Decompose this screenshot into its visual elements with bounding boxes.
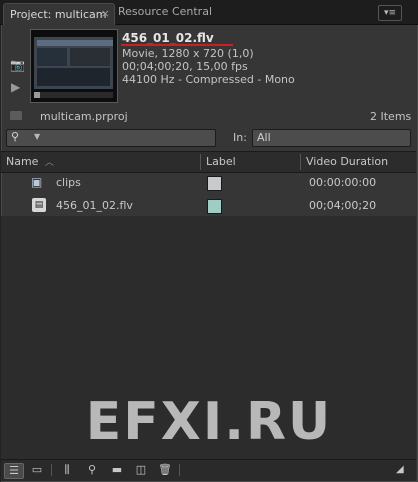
thumbnail-detail [37, 40, 113, 46]
film-icon: ▤ [32, 198, 46, 212]
thumbnail-detail [70, 48, 110, 66]
table-row[interactable]: ▤ 456_01_02.flv 00;04;00;20 [1, 195, 416, 217]
search-icon[interactable]: ⚲ [11, 130, 19, 143]
new-item-icon[interactable]: ◫ [132, 463, 150, 477]
item-name: clips [56, 176, 81, 189]
preview-thumbnail[interactable] [30, 29, 118, 103]
tab-project-label: Project: multicam [10, 8, 107, 21]
clip-info-duration: 00;04;00;20, 15,00 fps [122, 60, 248, 73]
clip-info-audio: 44100 Hz - Compressed - Mono [122, 73, 295, 86]
automate-to-sequence-icon[interactable]: ⫼ [58, 463, 76, 477]
play-icon[interactable]: ▶ [11, 80, 20, 94]
column-divider[interactable] [300, 154, 301, 170]
folder-icon [10, 111, 22, 120]
poster-frame-handle[interactable] [34, 92, 40, 98]
trash-icon[interactable]: 🗑 [156, 463, 174, 477]
column-divider[interactable] [200, 154, 201, 170]
icon-view-icon[interactable]: ▭ [28, 463, 46, 477]
preview-clip-name: 456_01_02.flv [122, 31, 214, 45]
poster-frame-slider[interactable] [34, 92, 113, 98]
in-select-value: All [257, 131, 271, 144]
list-view-icon[interactable]: ☰ [4, 463, 24, 479]
watermark: EFXI.RU [85, 392, 333, 452]
panel-menu-icon[interactable]: ▾≡ [378, 5, 402, 21]
resize-grip-icon[interactable]: ◢ [396, 464, 404, 475]
toolbar-divider [51, 464, 52, 476]
search-input[interactable]: ⚲ ▼ [6, 129, 216, 147]
tab-project[interactable]: Project: multicam × [3, 3, 115, 25]
video-duration: 00:00:00:00 [309, 176, 377, 189]
item-name: 456_01_02.flv [56, 199, 133, 212]
sort-ascending-icon[interactable]: ︿ [45, 155, 54, 168]
table-row[interactable]: ▣ clips 00:00:00:00 [1, 172, 416, 194]
video-duration: 00;04;00;20 [309, 199, 377, 212]
column-header-name[interactable]: Name [6, 155, 38, 168]
in-label: In: [233, 131, 247, 144]
toolbar-divider [179, 464, 180, 476]
bin-icon: ▣ [31, 175, 43, 189]
in-select[interactable]: All [252, 129, 411, 147]
column-header-video-duration[interactable]: Video Duration [306, 155, 388, 168]
bottom-toolbar: ☰ ▭ ⫼ ⚲ ▬ ◫ 🗑 ◢ [1, 459, 416, 481]
close-icon[interactable]: × [101, 7, 110, 20]
camera-icon[interactable]: 📷 [10, 58, 25, 72]
chevron-down-icon[interactable]: ▼ [34, 132, 40, 141]
clip-info-format: Movie, 1280 x 720 (1,0) [122, 47, 254, 60]
thumbnail-frame [34, 37, 113, 89]
table-header: Name ︿ Label Video Duration [1, 151, 416, 173]
annotation-underline [121, 44, 233, 46]
thumbnail-detail [37, 68, 110, 86]
project-file-name: multicam.prproj [40, 110, 128, 123]
label-color-swatch[interactable] [207, 176, 222, 191]
find-icon[interactable]: ⚲ [83, 463, 101, 477]
items-count: 2 Items [370, 110, 412, 123]
tab-resource-central[interactable]: Resource Central [118, 5, 212, 18]
thumbnail-detail [37, 48, 67, 66]
new-bin-icon[interactable]: ▬ [108, 463, 126, 477]
label-color-swatch[interactable] [207, 199, 222, 214]
column-header-label[interactable]: Label [206, 155, 236, 168]
